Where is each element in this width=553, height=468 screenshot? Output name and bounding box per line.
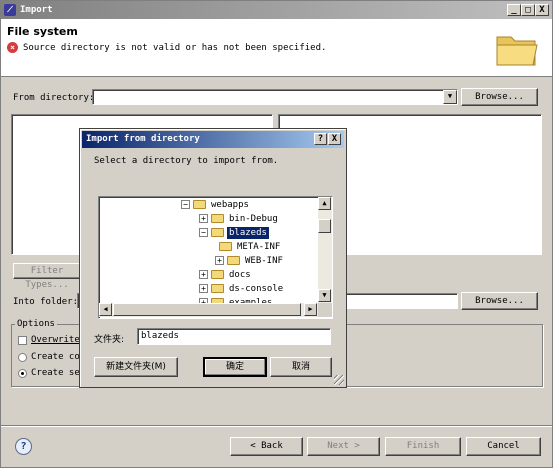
options-title: Options bbox=[15, 319, 57, 329]
filter-types-button[interactable]: Filter Types... bbox=[13, 263, 81, 290]
directory-tree[interactable]: − webapps + bin-Debug − blazeds META-INF + WEB-I… bbox=[98, 196, 333, 319]
finish-button[interactable]: Finish bbox=[385, 437, 461, 456]
dialog-titlebar: Import from directory ? X bbox=[82, 131, 344, 148]
create-selected-label: Create sel bbox=[31, 368, 86, 378]
maximize-button[interactable]: □ bbox=[521, 4, 535, 16]
import-from-directory-dialog: Import from directory ? X Select a direc… bbox=[79, 128, 347, 388]
scroll-down-arrow-icon[interactable]: ▼ bbox=[318, 289, 331, 302]
tree-node-label: docs bbox=[229, 270, 251, 280]
browse-into-button[interactable]: Browse... bbox=[461, 292, 538, 310]
tree-horizontal-scrollbar[interactable]: ◀ ▶ bbox=[99, 303, 318, 317]
back-button[interactable]: < Back bbox=[230, 437, 303, 456]
tree-node-label: ds-console bbox=[229, 284, 284, 294]
dialog-close-button[interactable]: X bbox=[328, 133, 341, 145]
new-folder-button[interactable]: 新建文件夹(M) bbox=[94, 357, 178, 377]
into-folder-label: Into folder: bbox=[13, 297, 79, 307]
scroll-left-arrow-icon[interactable]: ◀ bbox=[99, 303, 112, 316]
create-complete-radio[interactable] bbox=[18, 353, 27, 362]
create-complete-label: Create com bbox=[31, 352, 86, 362]
footer-separator bbox=[1, 425, 552, 427]
collapse-icon[interactable]: − bbox=[181, 200, 190, 209]
radio-selected-dot bbox=[21, 372, 24, 375]
tree-node-label: bin-Debug bbox=[229, 214, 278, 224]
folder-field-input[interactable]: blazeds bbox=[137, 328, 331, 345]
folder-banner-icon bbox=[496, 36, 538, 66]
wizard-header: File system × Source directory is not va… bbox=[1, 19, 552, 77]
close-button[interactable]: X bbox=[535, 4, 549, 16]
ok-button[interactable]: 确定 bbox=[203, 357, 267, 377]
page-title: File system bbox=[7, 25, 78, 38]
tree-vertical-scrollbar[interactable]: ▲ ▼ bbox=[318, 197, 332, 303]
from-directory-combo[interactable]: ▼ bbox=[92, 89, 458, 105]
dialog-cancel-button[interactable]: 取消 bbox=[270, 357, 332, 377]
overwrite-checkbox[interactable] bbox=[18, 336, 27, 345]
from-directory-label: From directory: bbox=[13, 93, 95, 103]
dialog-title: Import from directory bbox=[86, 134, 200, 144]
expand-icon[interactable]: + bbox=[199, 284, 208, 293]
resize-grip-icon[interactable] bbox=[334, 375, 344, 385]
error-message: Source directory is not valid or has not… bbox=[23, 43, 327, 53]
from-directory-value bbox=[93, 90, 95, 100]
help-icon[interactable]: ? bbox=[15, 438, 32, 455]
scroll-corner bbox=[318, 303, 332, 317]
folder-field-value: blazeds bbox=[141, 331, 179, 341]
folder-icon bbox=[219, 242, 232, 251]
error-icon: × bbox=[7, 42, 18, 53]
window-titlebar: ⟋ Import _ □ X bbox=[1, 1, 552, 19]
expand-icon[interactable]: + bbox=[199, 214, 208, 223]
tree-node-label: WEB-INF bbox=[245, 256, 283, 266]
h-scroll-thumb[interactable] bbox=[113, 303, 301, 316]
scroll-up-arrow-icon[interactable]: ▲ bbox=[318, 197, 331, 210]
tree-node-label: blazeds bbox=[226, 226, 270, 240]
browse-from-button[interactable]: Browse... bbox=[461, 88, 538, 106]
minimize-button[interactable]: _ bbox=[507, 4, 521, 16]
scroll-thumb[interactable] bbox=[318, 219, 331, 233]
folder-icon bbox=[211, 270, 224, 279]
dialog-instruction: Select a directory to import from. bbox=[94, 156, 279, 166]
folder-field-label: 文件夹: bbox=[94, 335, 125, 345]
create-selected-radio[interactable] bbox=[18, 369, 27, 378]
folder-icon bbox=[211, 214, 224, 223]
expand-icon[interactable]: + bbox=[215, 256, 224, 265]
expand-icon[interactable]: + bbox=[199, 270, 208, 279]
eclipse-icon: ⟋ bbox=[4, 4, 16, 16]
collapse-icon[interactable]: − bbox=[199, 228, 208, 237]
folder-icon bbox=[211, 228, 224, 237]
scroll-right-arrow-icon[interactable]: ▶ bbox=[304, 303, 317, 316]
overwrite-label: Overwrite bbox=[31, 335, 80, 345]
folder-icon bbox=[193, 200, 206, 209]
folder-icon bbox=[211, 284, 224, 293]
window-title: Import bbox=[20, 5, 53, 15]
folder-icon bbox=[227, 256, 240, 265]
tree-node-label: webapps bbox=[211, 200, 249, 210]
next-button[interactable]: Next > bbox=[307, 437, 380, 456]
dialog-help-button[interactable]: ? bbox=[314, 133, 327, 145]
tree-node-label: META-INF bbox=[237, 242, 281, 252]
chevron-down-icon[interactable]: ▼ bbox=[443, 90, 457, 104]
cancel-button[interactable]: Cancel bbox=[466, 437, 541, 456]
